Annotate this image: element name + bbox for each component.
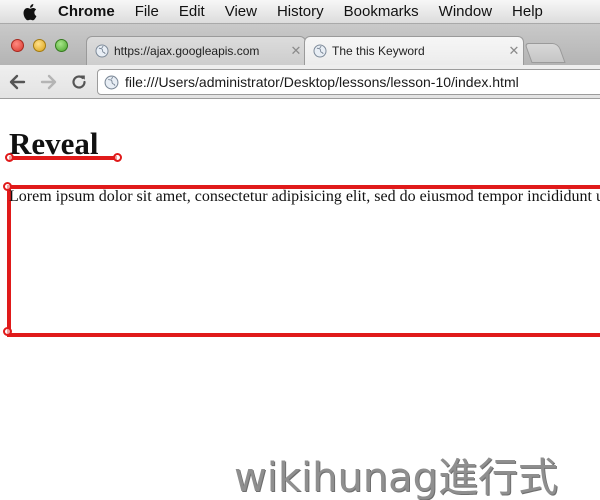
- new-tab-button[interactable]: [524, 43, 566, 63]
- window-zoom-button[interactable]: [55, 39, 68, 52]
- reload-icon[interactable]: [68, 71, 90, 93]
- tab-label: The this Keyword: [332, 44, 425, 58]
- heading-highlight-underline: [9, 156, 117, 160]
- menu-bookmarks[interactable]: Bookmarks: [344, 3, 419, 20]
- menu-bar: Chrome File Edit View History Bookmarks …: [0, 0, 600, 24]
- selection-handle[interactable]: [3, 327, 12, 336]
- menu-help[interactable]: Help: [512, 3, 543, 20]
- menu-history[interactable]: History: [277, 3, 324, 20]
- tab-this-keyword[interactable]: The this Keyword ✕: [304, 36, 524, 65]
- globe-icon: [104, 75, 119, 90]
- menu-file[interactable]: File: [135, 3, 159, 20]
- tab-close-icon[interactable]: ✕: [287, 43, 305, 59]
- globe-icon: [313, 44, 327, 58]
- globe-icon: [95, 44, 109, 58]
- selection-handle[interactable]: [5, 153, 14, 162]
- forward-arrow-icon[interactable]: [38, 71, 60, 93]
- tab-strip: https://ajax.googleapis.com ✕ The this K…: [0, 24, 600, 65]
- window-close-button[interactable]: [11, 39, 24, 52]
- tab-close-icon[interactable]: ✕: [505, 43, 523, 59]
- reveal-highlight-box: [7, 185, 600, 337]
- menu-view[interactable]: View: [225, 3, 257, 20]
- tab-googleapis[interactable]: https://ajax.googleapis.com ✕: [86, 36, 306, 65]
- window-minimize-button[interactable]: [33, 39, 46, 52]
- page-content: Reveal Lorem ipsum dolor sit amet, conse…: [0, 100, 600, 500]
- menu-app-chrome[interactable]: Chrome: [58, 3, 115, 20]
- url-text[interactable]: file:///Users/administrator/Desktop/less…: [125, 74, 519, 90]
- tab-label: https://ajax.googleapis.com: [114, 44, 260, 58]
- lorem-paragraph: Lorem ipsum dolor sit amet, consectetur …: [9, 188, 600, 205]
- selection-handle[interactable]: [113, 153, 122, 162]
- apple-logo-icon[interactable]: [22, 3, 38, 21]
- menu-window[interactable]: Window: [439, 3, 492, 20]
- address-bar[interactable]: file:///Users/administrator/Desktop/less…: [97, 69, 600, 95]
- watermark-text: wikihunag進行式: [234, 455, 559, 500]
- browser-toolbar: file:///Users/administrator/Desktop/less…: [0, 65, 600, 99]
- menu-edit[interactable]: Edit: [179, 3, 205, 20]
- back-arrow-icon[interactable]: [6, 71, 28, 93]
